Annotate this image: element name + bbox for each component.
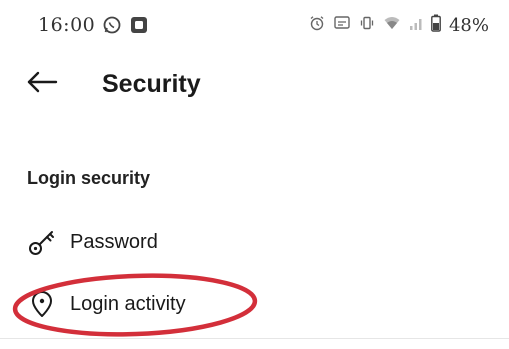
location-pin-icon: [26, 288, 58, 320]
status-bar: 16:00 48%: [0, 0, 509, 52]
menu-item-label: Password: [70, 230, 158, 253]
square-app-icon: [129, 15, 149, 35]
whatsapp-icon: [102, 15, 122, 35]
battery-percent: 48%: [448, 15, 489, 36]
divider: [0, 338, 509, 339]
key-icon: [26, 226, 58, 258]
app-bar: Security: [0, 56, 509, 112]
menu-item-login-activity[interactable]: Login activity: [26, 284, 486, 324]
arrow-left-icon: [25, 70, 59, 99]
menu-item-label: Login activity: [70, 292, 186, 315]
signal-icon: [409, 15, 423, 36]
cast-icon: [333, 15, 351, 36]
vibrate-icon: [359, 15, 375, 36]
status-time: 16:00: [38, 14, 96, 36]
status-right: 48%: [309, 14, 489, 37]
wifi-icon: [383, 15, 401, 36]
back-button[interactable]: [22, 68, 62, 100]
menu-item-password[interactable]: Password: [26, 222, 486, 262]
alarm-icon: [309, 15, 325, 36]
page-title: Security: [102, 70, 201, 98]
battery-icon: [431, 14, 441, 37]
section-header-login-security: Login security: [27, 168, 151, 188]
status-left: 16:00: [38, 14, 149, 36]
